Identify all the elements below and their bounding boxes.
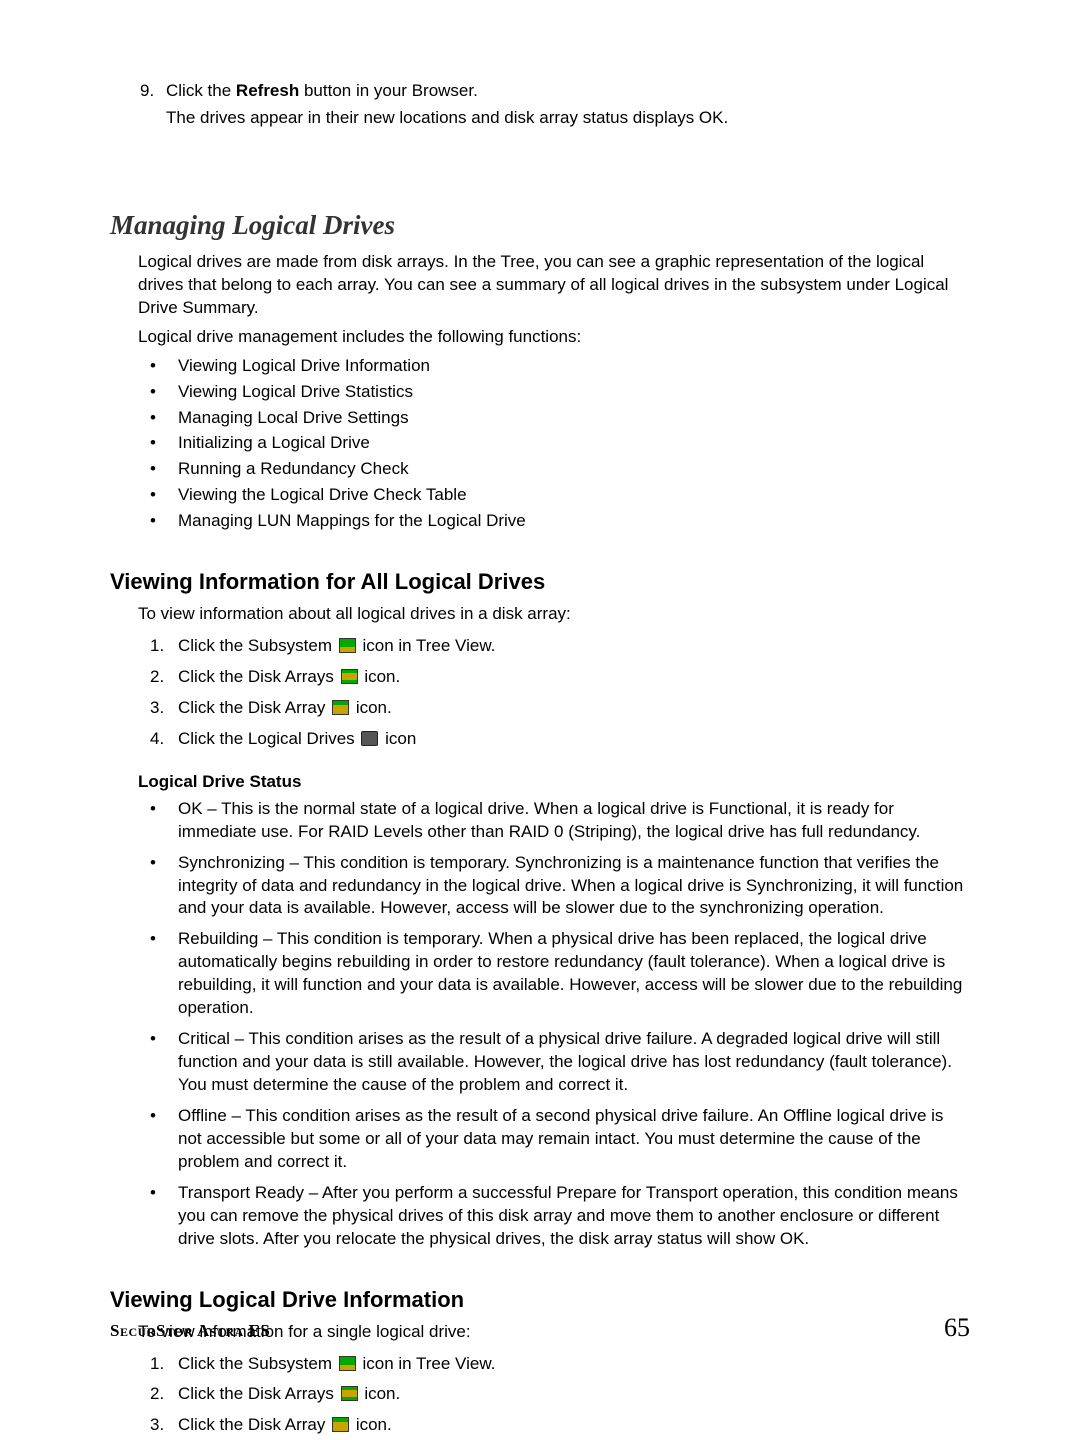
step-9: 9.Click the Refresh button in your Brows… <box>140 80 970 130</box>
function-item: Viewing Logical Drive Statistics <box>150 381 970 404</box>
step-pre: Click the Disk Array <box>178 698 330 717</box>
step-pre: Click the Disk Arrays <box>178 1384 339 1403</box>
step-pre: Click the Disk Array <box>178 1415 330 1434</box>
step-pre: Click the Logical Drives <box>178 729 359 748</box>
step-9-post: button in your Browser. <box>299 81 478 100</box>
step-post: icon in Tree View. <box>358 636 496 655</box>
subsystem-icon <box>339 1356 356 1371</box>
arrays-icon <box>341 669 358 684</box>
step-item: Click the Subsystem icon in Tree View. <box>150 632 970 661</box>
heading-view-all: Viewing Information for All Logical Driv… <box>110 569 970 595</box>
heading-main: Managing Logical Drives <box>110 210 970 241</box>
status-item: Offline – This condition arises as the r… <box>150 1105 970 1174</box>
status-item: Critical – This condition arises as the … <box>150 1028 970 1097</box>
heading-view-single: Viewing Logical Drive Information <box>110 1287 970 1313</box>
step-9-number: 9. <box>140 80 166 103</box>
footer-page-number: 65 <box>944 1313 970 1343</box>
arrays-icon <box>341 1386 358 1401</box>
step-post: icon. <box>351 698 392 717</box>
array-icon <box>332 700 349 715</box>
intro-paragraph-1: Logical drives are made from disk arrays… <box>138 251 970 320</box>
step-post: icon. <box>360 667 401 686</box>
subsystem-icon <box>339 638 356 653</box>
page-body: 9.Click the Refresh button in your Brows… <box>0 0 1080 1397</box>
page-footer: SecurStor Astra ES 65 <box>110 1313 970 1343</box>
status-item: Synchronizing – This condition is tempor… <box>150 852 970 921</box>
function-item: Viewing Logical Drive Information <box>150 355 970 378</box>
step-post: icon <box>380 729 416 748</box>
sec2-steps: Click the Subsystem icon in Tree View.Cl… <box>150 1350 970 1440</box>
function-item: Initializing a Logical Drive <box>150 432 970 455</box>
function-item: Managing LUN Mappings for the Logical Dr… <box>150 510 970 533</box>
step-item: Click the Disk Arrays icon. <box>150 663 970 692</box>
step-item: Click the Disk Array icon. <box>150 694 970 723</box>
function-list: Viewing Logical Drive Information Viewing… <box>150 355 970 534</box>
step-item: Click the Disk Array icon. <box>150 1411 970 1440</box>
step-item: Click the Disk Arrays icon. <box>150 1380 970 1409</box>
status-item: Rebuilding – This condition is temporary… <box>150 928 970 1020</box>
status-item: OK – This is the normal state of a logic… <box>150 798 970 844</box>
step-post: icon in Tree View. <box>358 1354 496 1373</box>
step-item: Click the Subsystem icon in Tree View. <box>150 1350 970 1379</box>
step-9-pre: Click the <box>166 81 236 100</box>
refresh-label: Refresh <box>236 81 299 100</box>
intro-paragraph-2: Logical drive management includes the fo… <box>138 326 970 349</box>
step-pre: Click the Disk Arrays <box>178 667 339 686</box>
step-item: Click the Logical Drives icon <box>150 725 970 754</box>
sec1-intro: To view information about all logical dr… <box>138 603 970 626</box>
function-item: Running a Redundancy Check <box>150 458 970 481</box>
step-pre: Click the Subsystem <box>178 636 337 655</box>
step-post: icon. <box>360 1384 401 1403</box>
step-post: icon. <box>351 1415 392 1434</box>
function-item: Managing Local Drive Settings <box>150 407 970 430</box>
status-item: Transport Ready – After you perform a su… <box>150 1182 970 1251</box>
footer-product: SecurStor Astra ES <box>110 1321 270 1341</box>
heading-logical-drive-status: Logical Drive Status <box>138 772 970 792</box>
step-9-line2: The drives appear in their new locations… <box>166 107 970 130</box>
logical-icon <box>361 731 378 746</box>
step-pre: Click the Subsystem <box>178 1354 337 1373</box>
sec1-steps: Click the Subsystem icon in Tree View.Cl… <box>150 632 970 754</box>
function-item: Viewing the Logical Drive Check Table <box>150 484 970 507</box>
status-list: OK – This is the normal state of a logic… <box>150 798 970 1251</box>
array-icon <box>332 1417 349 1432</box>
